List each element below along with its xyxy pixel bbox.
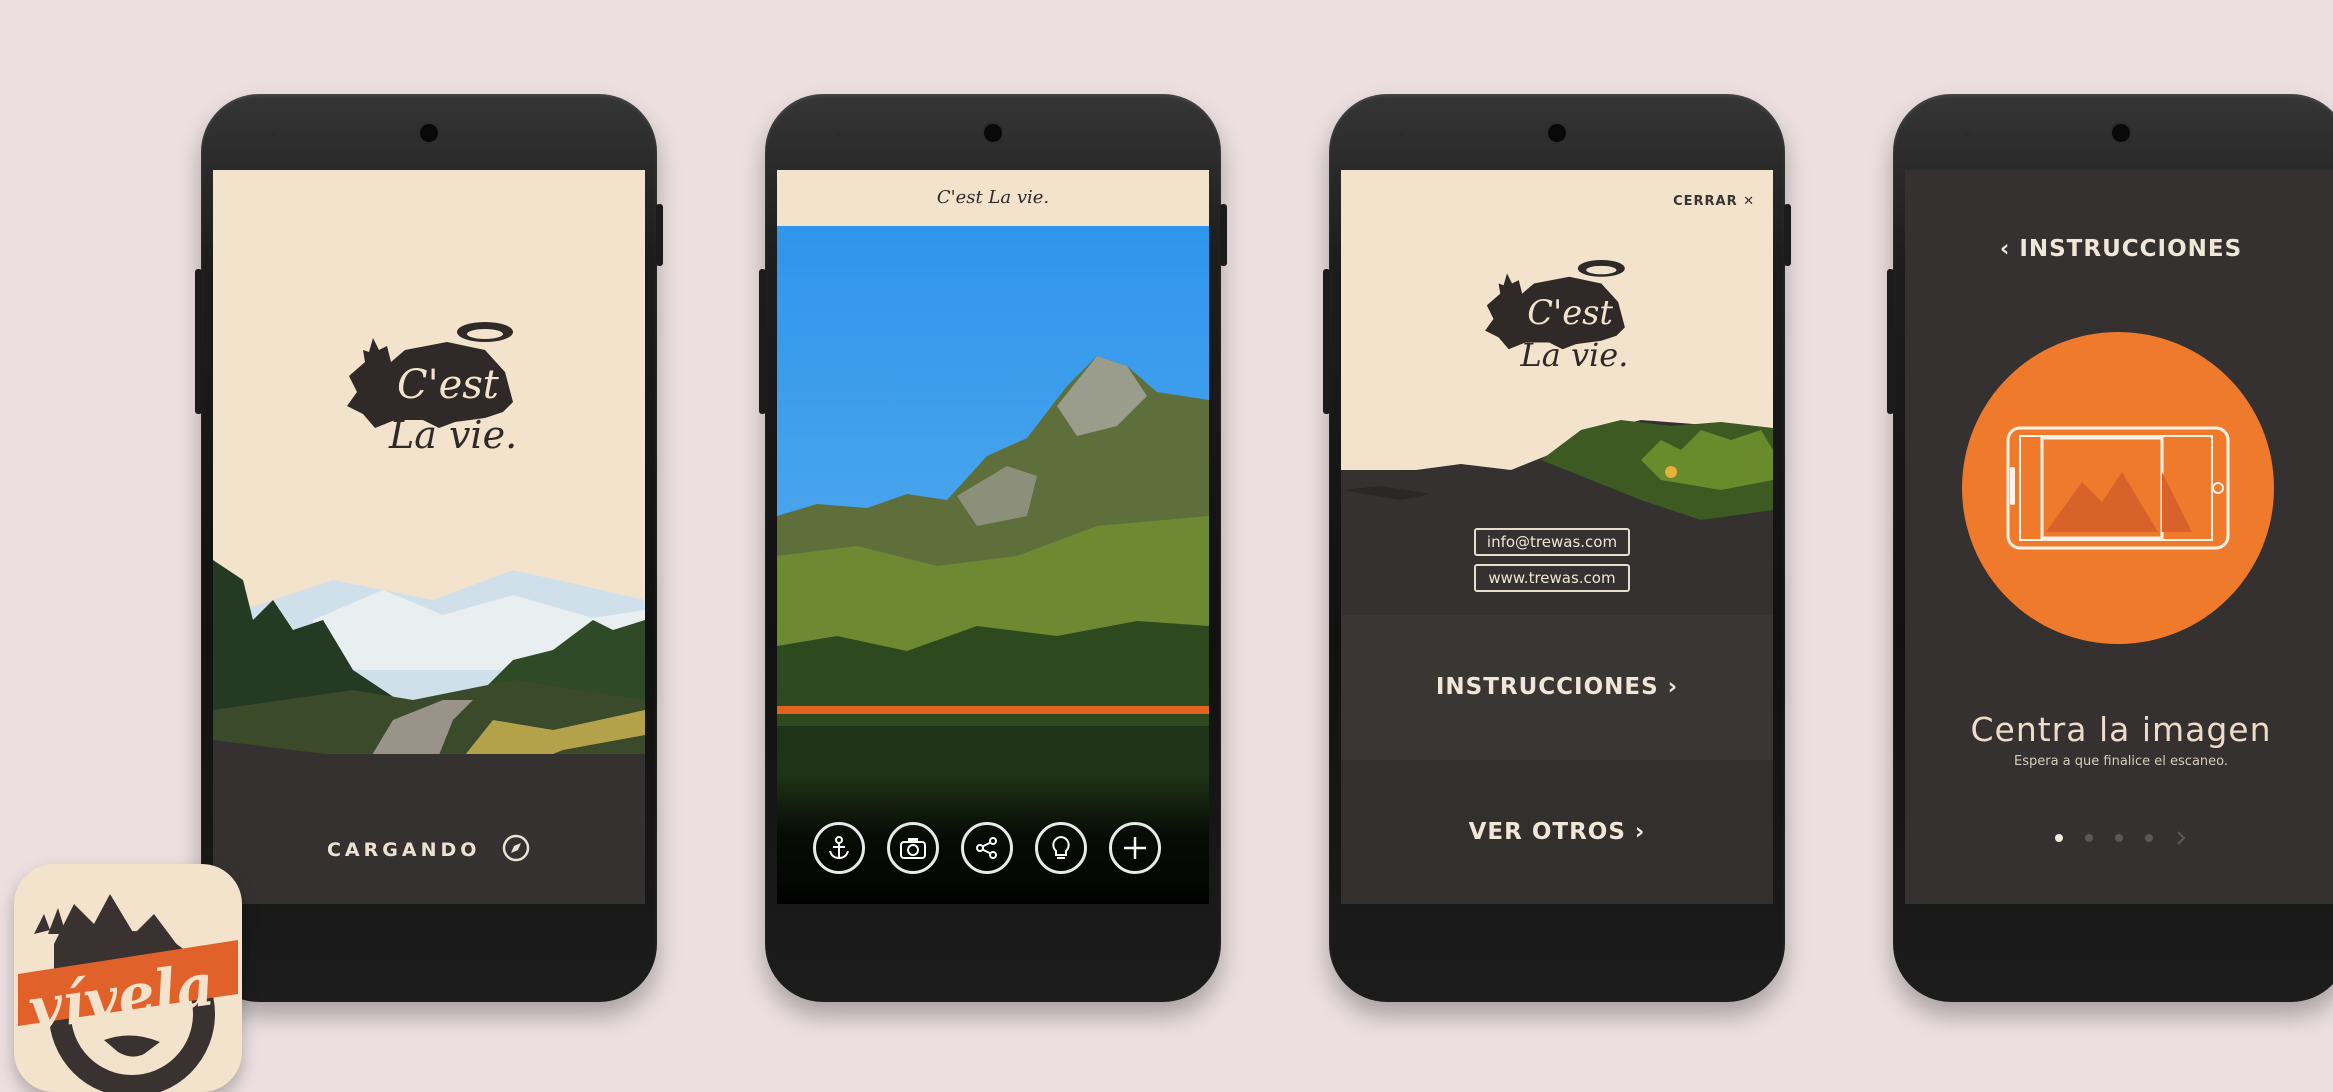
instructions-screen: ‹ INSTRUCCIONES Centra la imagen Espera … xyxy=(1905,170,2333,904)
svg-text:La vie.: La vie. xyxy=(388,413,517,457)
see-others-button[interactable]: VER OTROS › xyxy=(1341,760,1773,904)
header-brand: C'est La vie. xyxy=(936,187,1050,208)
website-link[interactable]: www.trewas.com xyxy=(1474,564,1630,592)
bulb-icon[interactable] xyxy=(1035,822,1087,874)
chevron-right-icon[interactable] xyxy=(2175,830,2187,846)
volume-button xyxy=(1323,269,1330,414)
scan-toolbar xyxy=(777,774,1209,904)
top-bar: C'est La vie. xyxy=(777,170,1209,226)
plus-icon[interactable] xyxy=(1109,822,1161,874)
compass-icon xyxy=(501,833,531,868)
instruction-title: Centra la imagen xyxy=(1970,710,2272,749)
loading-label: CARGANDO xyxy=(326,839,481,861)
scan-screen: C'est La vie. xyxy=(777,170,1209,904)
front-camera xyxy=(1548,124,1566,142)
sensor xyxy=(835,131,841,137)
camera-icon[interactable] xyxy=(887,822,939,874)
svg-text:C'est: C'est xyxy=(397,362,500,408)
front-camera xyxy=(2112,124,2130,142)
svg-text:La vie.: La vie. xyxy=(1519,336,1628,374)
volume-button xyxy=(759,269,766,414)
power-button xyxy=(656,204,663,266)
anchor-icon[interactable] xyxy=(813,822,865,874)
phone-scan: C'est La vie. xyxy=(759,94,1227,1002)
app-icon-label: vívela xyxy=(25,950,219,1043)
menu-screen: CERRAR ✕ C'est La vie. info@trewas.com w… xyxy=(1341,170,1773,904)
page-dot-4[interactable] xyxy=(2145,834,2153,842)
power-button xyxy=(1784,204,1791,266)
phone-landscape-icon xyxy=(2006,426,2230,550)
sensor xyxy=(271,131,277,137)
loading-status: CARGANDO xyxy=(213,833,645,868)
phone-menu: CERRAR ✕ C'est La vie. info@trewas.com w… xyxy=(1323,94,1791,1002)
brand-logo: C'est La vie. xyxy=(347,322,517,457)
email-link[interactable]: info@trewas.com xyxy=(1474,528,1630,556)
share-icon[interactable] xyxy=(961,822,1013,874)
instruction-subtitle: Espera a que finalice el escaneo. xyxy=(2013,754,2229,769)
vivela-logo: vívela xyxy=(18,894,238,1092)
front-camera xyxy=(984,124,1002,142)
phone-loading: C'est La vie. CARGANDO xyxy=(195,94,663,1002)
page-dot-2[interactable] xyxy=(2085,834,2093,842)
brush-landscape xyxy=(1341,420,1773,540)
loading-screen: C'est La vie. CARGANDO xyxy=(213,170,645,904)
volume-button xyxy=(195,269,202,414)
volume-button xyxy=(1887,269,1894,414)
back-button[interactable]: ‹ INSTRUCCIONES xyxy=(1905,236,2333,262)
footer-band xyxy=(213,754,645,904)
brand-logo: C'est La vie. xyxy=(1485,259,1628,374)
sensor xyxy=(1399,131,1405,137)
app-icon[interactable]: vívela xyxy=(14,864,242,1092)
instructions-button[interactable]: INSTRUCCIONES › xyxy=(1341,615,1773,760)
page-dot-1[interactable] xyxy=(2055,834,2063,842)
sensor xyxy=(1963,131,1969,137)
page-indicator xyxy=(1905,830,2333,846)
svg-text:C'est: C'est xyxy=(1527,293,1613,332)
phone-instructions: ‹ INSTRUCCIONES Centra la imagen Espera … xyxy=(1887,94,2333,1002)
close-button[interactable]: CERRAR ✕ xyxy=(1673,194,1755,209)
instruction-illustration xyxy=(1962,332,2274,644)
page-dot-3[interactable] xyxy=(2115,834,2123,842)
front-camera xyxy=(420,124,438,142)
landscape-illustration xyxy=(213,560,645,770)
power-button xyxy=(1220,204,1227,266)
